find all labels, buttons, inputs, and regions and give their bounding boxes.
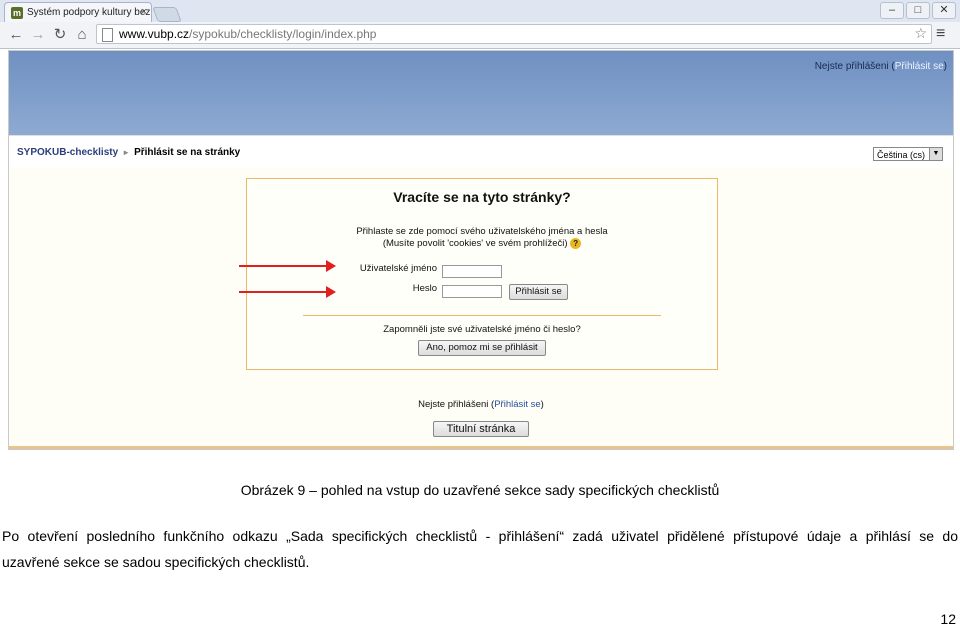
help-icon[interactable]: ? <box>570 238 582 249</box>
url-path: /sypokub/checklisty/login/index.php <box>189 27 377 41</box>
login-divider <box>303 315 661 316</box>
footer-status-text: Nejste přihlášeni ( <box>418 399 495 410</box>
header-login-link[interactable]: Přihlásit se <box>895 61 944 72</box>
browser-toolbar: ← → ↻ ⌂ www.vubp.cz/sypokub/checklisty/l… <box>0 22 960 49</box>
login-box: Vracíte se na tyto stránky? Přihlaste se… <box>246 178 718 370</box>
header-login-status: Nejste přihlášeni (Přihlásit se) <box>815 61 947 72</box>
bookmark-star-icon[interactable]: ☆ <box>914 25 927 42</box>
new-tab-button[interactable] <box>152 7 182 22</box>
chevron-down-icon: ▼ <box>929 148 942 160</box>
url-domain: www.vubp.cz <box>119 27 190 41</box>
login-description-text: (Musíte povolit 'cookies' ve svém prohlí… <box>382 238 568 250</box>
footer-status-suffix: ) <box>540 399 544 410</box>
paragraph-line-1: Po otevření posledního funkčního odkazu … <box>2 528 958 544</box>
page-number: 12 <box>940 611 956 627</box>
site-favicon-icon: m <box>11 7 23 19</box>
breadcrumb-home-link[interactable]: SYPOKUB-checklisty <box>17 147 118 158</box>
navbar: SYPOKUB-checklisty ► Přihlásit se na strán… <box>9 135 953 168</box>
home-page-button[interactable]: Titulní stránka <box>433 421 529 437</box>
forward-arrow-icon[interactable]: → <box>28 25 48 45</box>
maximize-button[interactable]: □ <box>906 2 930 19</box>
page-footer-bar <box>9 446 953 449</box>
login-title: Vracíte se na tyto stránky? <box>393 189 571 205</box>
forgot-text: Zapomněli jste své uživatelské jméno či … <box>383 324 581 335</box>
address-bar[interactable]: www.vubp.cz/sypokub/checklisty/login/ind… <box>96 24 932 44</box>
login-submit-button[interactable]: Přihlásit se <box>509 284 568 300</box>
page-header: Nejste přihlášeni (Přihlásit se) <box>9 51 953 135</box>
close-window-button[interactable]: ✕ <box>932 2 956 19</box>
forgot-help-button[interactable]: Ano, pomoz mi se přihlásit <box>418 340 546 356</box>
login-description-line2: (Musíte povolit 'cookies' ve svém prohlí… <box>247 238 717 249</box>
login-description-line1: Přihlaste se zde pomocí svého uživatelsk… <box>356 226 608 237</box>
minimize-button[interactable]: – <box>880 2 904 19</box>
password-field[interactable] <box>442 285 502 298</box>
header-status-text: Nejste přihlášeni ( <box>814 61 895 72</box>
reload-icon[interactable]: ↻ <box>50 25 70 45</box>
username-field[interactable] <box>442 265 502 278</box>
home-icon[interactable]: ⌂ <box>72 25 92 45</box>
language-select-value: Čeština (cs) <box>877 150 926 160</box>
red-arrow-password-icon <box>239 286 336 298</box>
language-select[interactable]: Čeština (cs) ▼ <box>873 147 943 161</box>
close-tab-icon[interactable]: × <box>141 6 147 18</box>
window-controls: – □ ✕ <box>880 2 956 19</box>
footer-login-link[interactable]: Přihlásit se <box>494 399 540 410</box>
browser-chrome: m Systém podpory kultury bez × – □ ✕ ← →… <box>0 0 960 49</box>
page-icon <box>102 28 113 42</box>
tab-bar: m Systém podpory kultury bez × – □ ✕ <box>0 0 960 22</box>
body-paragraph: Po otevření posledního funkčního odkazu … <box>2 523 958 575</box>
breadcrumb: SYPOKUB-checklisty ► Přihlásit se na strán… <box>17 147 240 158</box>
footer-login-status: Nejste přihlášeni (Přihlásit se) <box>9 399 953 410</box>
breadcrumb-current: Přihlásit se na stránky <box>134 147 241 158</box>
figure-caption: Obrázek 9 – pohled na vstup do uzavřené … <box>240 482 720 498</box>
header-status-suffix: ) <box>943 61 947 72</box>
breadcrumb-separator-icon: ► <box>122 148 131 157</box>
browser-menu-icon[interactable]: ≡ <box>936 25 945 43</box>
moodle-page: Nejste přihlášeni (Přihlásit se) SYPOKUB… <box>8 50 954 450</box>
back-arrow-icon[interactable]: ← <box>6 25 26 45</box>
red-arrow-username-icon <box>239 260 336 272</box>
tab-title: Systém podpory kultury bez <box>27 7 151 18</box>
paragraph-line-2: uzavřené sekce se sadou specifických che… <box>2 554 310 570</box>
browser-tab[interactable]: m Systém podpory kultury bez × <box>4 2 152 22</box>
